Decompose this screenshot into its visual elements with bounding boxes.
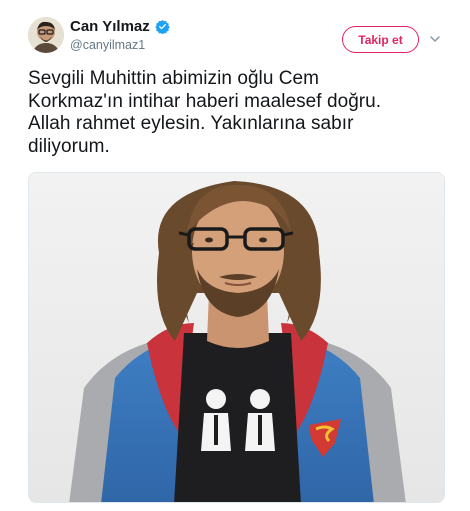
chevron-down-icon[interactable]: [428, 32, 442, 46]
tweet-header: Can Yılmaz @canyilmaz1 Takip et: [28, 14, 448, 58]
follow-button[interactable]: Takip et: [342, 26, 419, 53]
tweet-text-line: Allah rahmet eylesin. Yakınlarına sabır: [28, 113, 354, 134]
tweet-media-photo[interactable]: [28, 172, 445, 503]
user-info: Can Yılmaz @canyilmaz1: [70, 18, 170, 52]
tweet-text-line: diliyorum.: [28, 135, 110, 157]
tweet-text-line: Sevgili Muhittin abimizin oğlu Cem: [28, 68, 320, 89]
display-name[interactable]: Can Yılmaz: [70, 18, 150, 35]
avatar[interactable]: [28, 17, 64, 53]
photo-illustration: [29, 173, 444, 502]
tweet-text-line: Korkmaz'ın intihar haberi maalesef doğru…: [28, 90, 382, 112]
tweet-text: Sevgili Muhittin abimizin oğlu Cem Korkm…: [28, 68, 448, 158]
verified-badge-icon: [155, 19, 170, 35]
user-handle[interactable]: @canyilmaz1: [70, 38, 170, 52]
